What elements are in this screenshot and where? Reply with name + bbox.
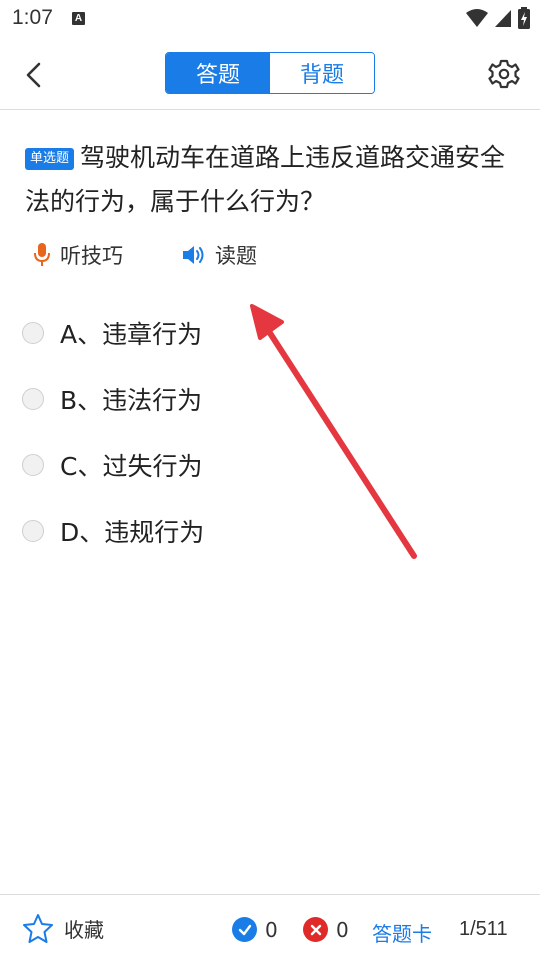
header: 答题 背题 <box>0 38 540 110</box>
wrong-counter: 0 <box>303 917 349 942</box>
listen-tips-label: 听技巧 <box>60 244 123 268</box>
correct-count: 0 <box>265 917 278 942</box>
speaker-icon <box>183 246 204 264</box>
answer-options: A、违章行为 B、违法行为 C、过失行为 D、违规行为 <box>22 300 512 564</box>
radio-button[interactable] <box>22 388 44 410</box>
radio-button[interactable] <box>22 454 44 476</box>
radio-button[interactable] <box>22 322 44 344</box>
chevron-left-icon <box>26 62 41 88</box>
question-type-badge: 单选题 <box>25 148 75 170</box>
question-tools: 听技巧 读题 <box>32 238 257 272</box>
page-indicator: 1/511 <box>459 918 508 940</box>
tab-review[interactable]: 背题 <box>270 53 374 93</box>
status-icons <box>466 6 530 30</box>
settings-button[interactable] <box>488 58 520 90</box>
question: 单选题 驾驶机动车在道路上违反道路交通安全法的行为，属于什么行为？ <box>25 136 520 224</box>
correct-counter: 0 <box>232 917 278 942</box>
read-question-label: 读题 <box>215 244 257 268</box>
option-label: B、违法行为 <box>60 386 203 415</box>
mode-switch: 答题 背题 <box>165 52 375 94</box>
favorite-button[interactable]: 收藏 <box>22 913 104 943</box>
question-text: 驾驶机动车在道路上违反道路交通安全法的行为，属于什么行为？ <box>25 143 506 216</box>
notification-icon: A <box>72 12 85 25</box>
battery-charging-icon <box>518 7 530 29</box>
option-d[interactable]: D、违规行为 <box>22 498 512 564</box>
option-b[interactable]: B、违法行为 <box>22 366 512 432</box>
listen-tips-button[interactable]: 听技巧 <box>32 240 123 270</box>
wifi-icon <box>466 9 488 27</box>
option-label: D、违规行为 <box>60 518 205 547</box>
microphone-icon <box>34 243 50 266</box>
cross-icon <box>303 917 328 942</box>
gear-icon <box>488 59 520 89</box>
radio-button[interactable] <box>22 520 44 542</box>
check-icon <box>232 917 257 942</box>
option-a[interactable]: A、违章行为 <box>22 300 512 366</box>
option-label: A、违章行为 <box>60 320 203 349</box>
tab-answer[interactable]: 答题 <box>166 53 270 93</box>
favorite-label: 收藏 <box>64 917 104 942</box>
back-button[interactable] <box>18 58 52 92</box>
option-label: C、过失行为 <box>60 452 203 481</box>
bottom-bar: 收藏 0 0 答题卡 1/511 <box>0 894 540 960</box>
status-bar: 1:07 A <box>0 0 540 38</box>
star-icon <box>23 914 53 943</box>
option-c[interactable]: C、过失行为 <box>22 432 512 498</box>
read-question-button[interactable]: 读题 <box>181 240 257 270</box>
wrong-count: 0 <box>336 917 349 942</box>
signal-icon <box>495 10 511 27</box>
status-time: 1:07 <box>12 6 53 29</box>
answer-card-button[interactable]: 答题卡 <box>372 918 432 947</box>
